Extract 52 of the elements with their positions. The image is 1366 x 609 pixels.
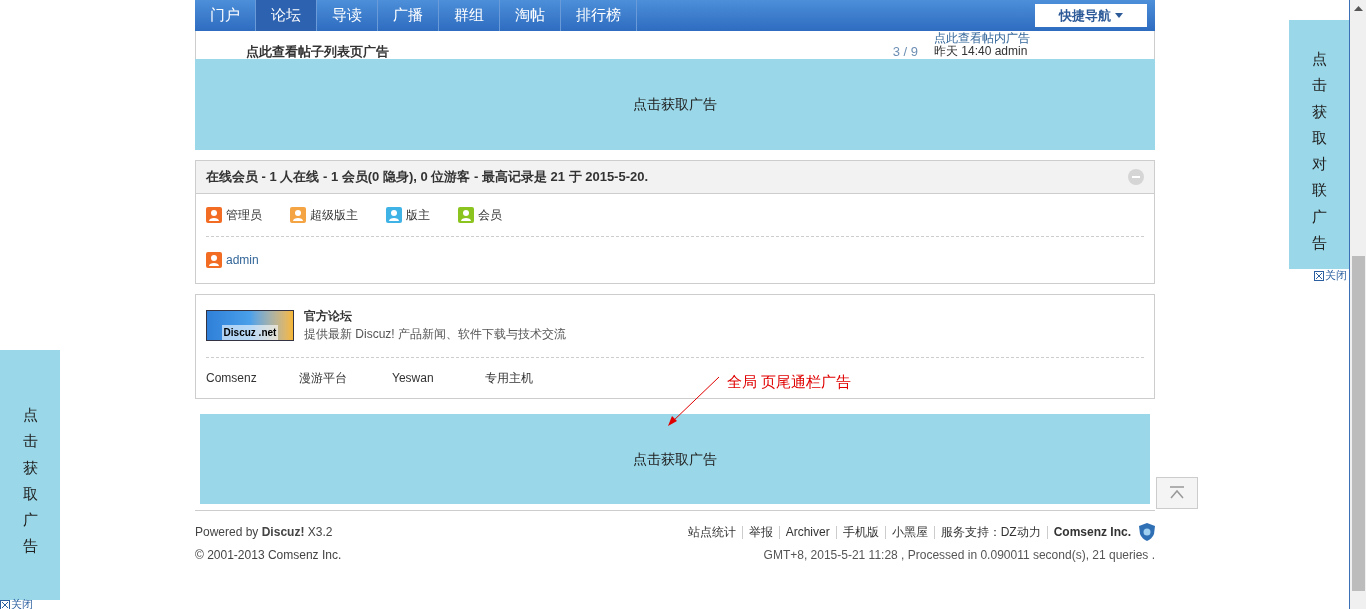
text-link[interactable]: 专用主机 [485,369,578,387]
nav-tab[interactable]: 排行榜 [561,0,637,31]
scrollbar[interactable] [1349,0,1366,609]
scroll-up-icon[interactable] [1353,6,1363,11]
scrollbar-thumb[interactable] [1351,256,1365,591]
footer-link[interactable]: 小黑屋 [884,525,934,539]
annotation-arrow [666,376,720,428]
footer-link[interactable]: 举报 [741,525,779,539]
text-link[interactable]: Comsenz [206,369,299,387]
text-link[interactable]: 漫游平台 [299,369,392,387]
nav-tab[interactable]: 论坛 [256,0,317,31]
footer-link[interactable]: 手机版 [835,525,885,539]
last-post-link[interactable]: 点此查看帖内广告 [934,32,1144,45]
close-icon[interactable] [0,599,10,609]
last-post-info: 昨天 14:40 admin [934,45,1029,58]
powered-by-text: Powered by Discuz! X3.2 [195,524,334,541]
ad-text: 点击获取广告 [22,405,38,557]
link-description: 提供最新 Discuz! 产品新闻、软件下载与技术交流 [304,326,566,343]
nav-tab[interactable]: 群组 [439,0,500,31]
footer-info: GMT+8, 2015-5-21 11:28 , Processed in 0.090011 second(s), 21 queries . [763,547,1155,564]
annotation-text: 全局 页尾通栏广告 [727,372,852,392]
footer-link[interactable]: 站点统计 [681,525,742,539]
caret-icon [1115,13,1123,18]
footer-link[interactable]: 服务支持：DZ动力 [933,525,1047,539]
legend-label: 管理员 [226,207,262,224]
legend-label: 版主 [406,207,430,224]
close-link[interactable]: 关闭 [11,599,33,609]
close-link[interactable]: 关闭 [1325,269,1347,282]
couplet-ad[interactable]: 点击获取广告 [0,350,60,600]
up-arrow-icon [1168,486,1186,500]
legend-label: 会员 [478,207,502,224]
user-name[interactable]: admin [226,251,259,269]
close-icon[interactable] [1314,270,1324,281]
link-title[interactable]: 官方论坛 [304,307,566,325]
online-header: 在线会员 - 1 人在线 - 1 会员(0 隐身), 0 位游客 - 最高记录是 21 于 2015-5-20. [206,168,650,187]
page-count: 3 / 9 [892,45,918,58]
banner-ad[interactable]: 点击获取广告 [200,414,1150,504]
legend-label: 超级版主 [310,207,358,224]
nav-tab[interactable]: 淘帖 [500,0,561,31]
thread-title[interactable]: 点此查看帖子列表页广告 [246,45,893,58]
footer-link[interactable]: Comsenz Inc. [1046,525,1137,539]
couplet-ad[interactable]: 点击获取对联广告 [1289,20,1349,269]
site-logo[interactable]: Discuz .net [206,309,294,341]
nav-tab[interactable]: 导读 [317,0,378,31]
ad-text: 点击获取对联广告 [1311,49,1327,253]
text-link[interactable]: Yeswan [392,369,485,387]
banner-ad[interactable]: 点击获取广告 [195,59,1155,150]
copyright-text: © 2001-2013 Comsenz Inc. [195,547,342,564]
shield-icon [1139,523,1155,541]
nav-tab[interactable]: 广播 [378,0,439,31]
quick-nav-button[interactable]: 快捷导航 [1035,4,1147,27]
footer-link[interactable]: Archiver [778,525,836,539]
